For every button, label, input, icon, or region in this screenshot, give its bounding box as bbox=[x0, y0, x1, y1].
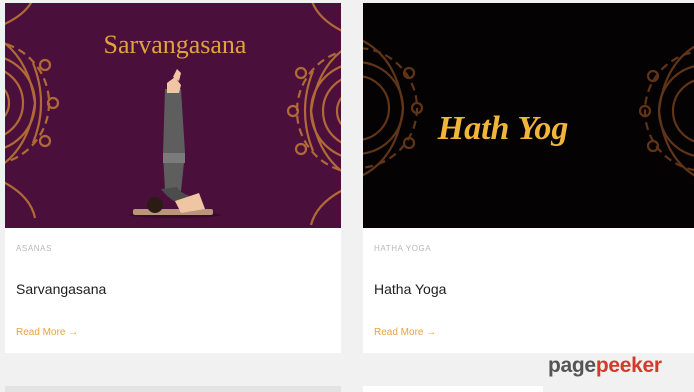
watermark-logo: pagepeeker bbox=[548, 354, 662, 378]
thumbnail-title: Hath Yog bbox=[437, 110, 569, 147]
post-thumbnail[interactable]: Sarvangasana bbox=[5, 3, 341, 228]
watermark-part: page bbox=[548, 354, 596, 377]
post-title[interactable]: Sarvangasana bbox=[16, 281, 106, 297]
read-more-link[interactable]: Read More → bbox=[16, 327, 78, 338]
next-card-edge bbox=[363, 386, 543, 392]
next-card-edge bbox=[5, 386, 341, 392]
post-category[interactable]: HATHA YOGA bbox=[374, 244, 431, 253]
post-thumbnail[interactable]: Hath Yog bbox=[363, 3, 694, 228]
post-category[interactable]: ASANAS bbox=[16, 244, 52, 253]
post-card[interactable]: Sarvangasana ASANAS Sarvangasana Read Mo… bbox=[5, 3, 341, 353]
post-title[interactable]: Hatha Yoga bbox=[374, 281, 446, 297]
sarvangasana-illustration: Sarvangasana bbox=[5, 3, 341, 228]
read-more-link[interactable]: Read More → bbox=[374, 327, 436, 338]
watermark-part: peeker bbox=[595, 354, 662, 377]
thumbnail-title: Sarvangasana bbox=[104, 30, 247, 59]
hath-yog-banner: Hath Yog bbox=[363, 3, 694, 228]
post-card[interactable]: Hath Yog HATHA YOGA Hatha Yoga Read More… bbox=[363, 3, 694, 353]
